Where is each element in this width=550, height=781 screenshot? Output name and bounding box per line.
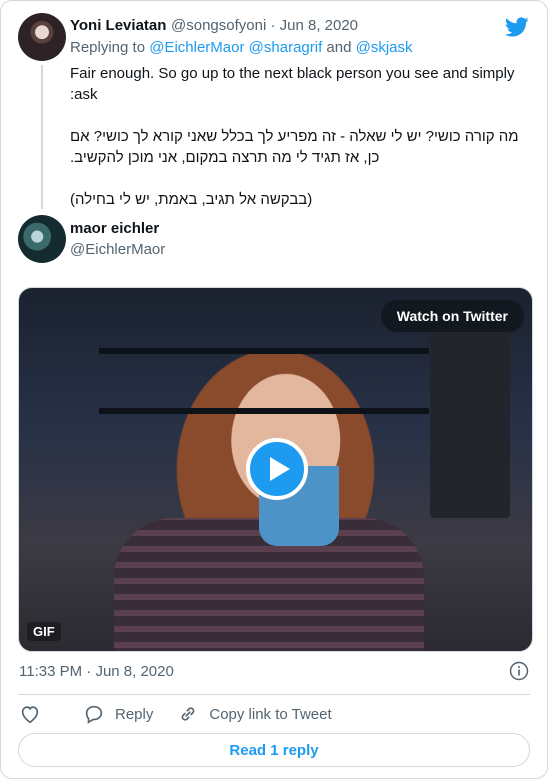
timestamp-date[interactable]: Jun 8, 2020	[95, 663, 173, 680]
media-scene-shelf	[99, 408, 429, 414]
heart-icon	[21, 706, 39, 724]
date-separator: ·	[270, 17, 276, 34]
mention-link-skjask[interactable]: @skjask	[356, 39, 413, 56]
quoted-author-avatar[interactable]	[18, 215, 66, 263]
author-handle[interactable]: @songsofyoni	[171, 17, 266, 34]
author-name[interactable]: Yoni Leviatan	[70, 17, 166, 34]
copy-link-label: Copy link to Tweet	[209, 705, 332, 723]
watch-on-twitter-button[interactable]: Watch on Twitter	[380, 300, 524, 332]
quoted-author-name[interactable]: maor eichler	[70, 220, 159, 237]
thread-line	[41, 65, 43, 209]
mention-joiner-and: and	[322, 39, 356, 56]
media-scene-shelf	[99, 348, 429, 354]
like-button[interactable]	[19, 703, 51, 725]
twitter-logo-icon[interactable]	[505, 15, 529, 39]
replying-to-prefix: Replying to	[70, 39, 150, 56]
author-handle-date[interactable]: @songsofyoni · Jun 8, 2020	[171, 17, 358, 34]
gif-media[interactable]: Watch on Twitter GIF	[18, 287, 533, 652]
timestamp-time[interactable]: 11:33 PM	[19, 663, 82, 680]
replying-to: Replying to @EichlerMaor @sharagrif and …	[70, 39, 413, 56]
reply-label: Reply	[115, 705, 154, 723]
author-avatar[interactable]	[18, 13, 66, 61]
reply-bubble-icon	[85, 705, 103, 724]
gif-badge: GIF	[27, 622, 61, 641]
tweet-timestamp[interactable]: 11:33 PM · Jun 8, 2020	[19, 663, 174, 680]
tweet-text: Fair enough. So go up to the next black …	[70, 65, 519, 208]
media-scene-vending-machine	[430, 328, 510, 518]
quoted-author-handle[interactable]: @EichlerMaor	[70, 241, 165, 258]
reply-button[interactable]: Reply	[83, 703, 153, 725]
play-button[interactable]	[246, 438, 308, 500]
info-icon[interactable]	[509, 661, 529, 681]
read-replies-button[interactable]: Read 1 reply	[18, 733, 530, 767]
copy-link-button[interactable]: Copy link to Tweet	[177, 703, 332, 725]
link-icon	[181, 707, 195, 721]
play-icon	[270, 457, 290, 481]
tweet-card: Yoni Leviatan @songsofyoni · Jun 8, 2020…	[0, 0, 548, 779]
divider	[18, 694, 530, 695]
mention-link-eichlermaor[interactable]: @EichlerMaor	[149, 39, 244, 56]
tweet-actions: Reply Copy link to Tweet	[19, 703, 356, 725]
timestamp-separator: ·	[86, 663, 92, 680]
tweet-date[interactable]: Jun 8, 2020	[280, 17, 358, 34]
mention-link-sharagrif[interactable]: @sharagrif	[249, 39, 323, 56]
